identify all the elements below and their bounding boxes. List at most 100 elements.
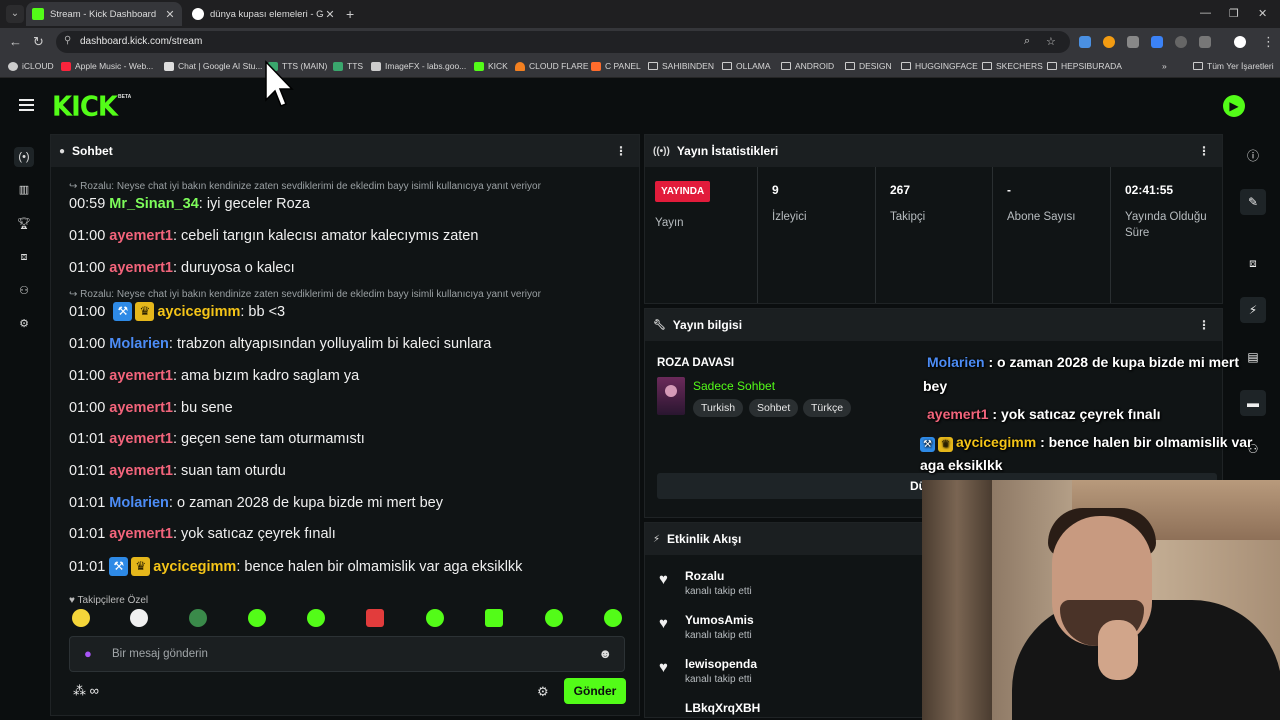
bookmark-folder[interactable]: SKECHERS: [982, 61, 1043, 71]
url-input[interactable]: ⚲ dashboard.kick.com/stream ⌕ ☆: [56, 31, 1070, 53]
bookmark-folder[interactable]: HUGGINGFACE: [901, 61, 978, 71]
stream-category[interactable]: Sadece Sohbet: [693, 379, 775, 393]
bookmark-item[interactable]: Apple Music - Web...: [61, 61, 153, 71]
message-username[interactable]: Molarien: [109, 495, 169, 511]
close-tab-icon[interactable]: ✕: [164, 8, 176, 21]
activity-username[interactable]: Rozalu: [685, 569, 724, 583]
bookmark-folder[interactable]: OLLAMA: [722, 61, 771, 71]
emote-icon[interactable]: [130, 609, 148, 627]
emote-icon[interactable]: [307, 609, 325, 627]
chat-menu-icon[interactable]: ⋮: [615, 144, 627, 158]
back-icon[interactable]: ←: [9, 34, 22, 49]
bookmark-item[interactable]: TTS: [333, 61, 363, 71]
stats-menu-icon[interactable]: ⋮: [1198, 144, 1210, 158]
close-window-icon[interactable]: ✕: [1258, 7, 1267, 20]
close-tab-icon[interactable]: ✕: [324, 8, 336, 21]
bookmark-folder[interactable]: SAHIBINDEN: [648, 61, 714, 71]
edit-icon[interactable]: ✎: [1240, 189, 1266, 215]
message-username[interactable]: ayemert1: [109, 526, 173, 542]
emote-icon[interactable]: [426, 609, 444, 627]
message-username[interactable]: ayemert1: [109, 228, 173, 244]
message-username[interactable]: ayemert1: [109, 260, 173, 276]
stream-title: ROZA DAVASI: [657, 357, 735, 369]
screen-icon[interactable]: ⧈: [1240, 250, 1266, 276]
more-bookmarks-icon[interactable]: »: [1162, 61, 1167, 71]
bookmark-star-icon[interactable]: ☆: [1046, 35, 1056, 48]
bookmark-favicon-icon: [591, 61, 601, 71]
settings-nav-icon[interactable]: ⚙: [14, 314, 34, 334]
new-tab-icon[interactable]: +: [346, 6, 354, 22]
activity-username[interactable]: YumosAmis: [685, 613, 754, 627]
trophy-nav-icon[interactable]: 🏆︎: [14, 214, 34, 234]
extension-icon[interactable]: [1103, 36, 1115, 48]
tab-google-search[interactable]: dünya kupası elemeleri - Google ✕: [186, 2, 342, 26]
kick-logo[interactable]: KICK: [52, 91, 118, 123]
bookmark-item[interactable]: C PANEL: [591, 61, 641, 71]
emote-icon[interactable]: [366, 609, 384, 627]
message-username[interactable]: Mr_Sinan_34: [109, 196, 198, 212]
stream-nav-icon[interactable]: (•): [14, 147, 34, 167]
emote-icon[interactable]: [72, 609, 90, 627]
activity-username[interactable]: LBkqXrqXBH: [685, 701, 760, 715]
extension-icon[interactable]: [1127, 36, 1139, 48]
emote-icon[interactable]: [248, 609, 266, 627]
emote-icon[interactable]: [189, 609, 207, 627]
tab-search-button[interactable]: ⌄: [6, 5, 24, 23]
minimize-icon[interactable]: —: [1200, 7, 1211, 19]
extension-icon[interactable]: [1175, 36, 1187, 48]
microphone-icon[interactable]: ●: [84, 646, 92, 661]
analytics-nav-icon[interactable]: ▥: [14, 180, 34, 200]
stat-uptime: 02:41:55 Yayında Olduğu Süre: [1111, 167, 1223, 303]
emoji-icon[interactable]: ☻: [598, 646, 612, 661]
bookmark-item[interactable]: KICK: [474, 61, 508, 71]
chat-settings-icon[interactable]: ⚙: [537, 684, 549, 700]
restore-icon[interactable]: ❐: [1229, 7, 1239, 20]
overlay-text: : yok satıcaz çeyrek fınalı: [992, 406, 1161, 422]
menu-icon[interactable]: [19, 99, 34, 114]
send-button[interactable]: Gönder: [564, 678, 626, 704]
tab-kick-dashboard[interactable]: Stream - Kick Dashboard ✕: [26, 2, 182, 26]
reply-context: ↪ Rozalu: Neyse chat iyi bakın kendinize…: [69, 181, 541, 192]
browser-menu-icon[interactable]: ⋮: [1262, 34, 1275, 50]
bookmark-folder[interactable]: ANDROID: [781, 61, 834, 71]
stream-info-menu-icon[interactable]: ⋮: [1198, 318, 1210, 332]
message-time: 01:01: [69, 463, 106, 479]
extension-icon[interactable]: [1079, 36, 1091, 48]
bookmark-item[interactable]: iCLOUD: [8, 61, 54, 71]
bookmark-item[interactable]: CLOUD FLARE: [515, 61, 589, 71]
channel-points[interactable]: ⁂ ∞: [73, 683, 99, 699]
message-username[interactable]: ayemert1: [109, 368, 173, 384]
bookmark-folder[interactable]: HEPSIBURADA: [1047, 61, 1122, 71]
clipboard-icon[interactable]: ▤: [1240, 344, 1266, 370]
bookmark-favicon-icon: [515, 61, 525, 71]
message-username[interactable]: ayemert1: [109, 431, 173, 447]
message-username[interactable]: ayemert1: [109, 400, 173, 416]
bookmark-folder[interactable]: DESIGN: [845, 61, 892, 71]
message-username[interactable]: aycicegimm: [153, 559, 236, 575]
screen-nav-icon[interactable]: ⧈: [14, 247, 34, 267]
puzzle-icon[interactable]: [1199, 36, 1211, 48]
folder-icon: [1047, 62, 1057, 70]
emote-icon[interactable]: [604, 609, 622, 627]
activity-username[interactable]: lewisopenda: [685, 657, 757, 671]
lightning-icon[interactable]: ⚡︎: [1240, 297, 1266, 323]
site-info-icon[interactable]: ⚲: [64, 35, 71, 46]
emote-icon[interactable]: [485, 609, 503, 627]
emote-icon[interactable]: [545, 609, 563, 627]
all-bookmarks-folder[interactable]: Tüm Yer İşaretleri: [1193, 61, 1274, 71]
chat-message-input[interactable]: ● Bir mesaj gönderin ☻: [69, 636, 625, 672]
info-icon[interactable]: ⓘ: [1240, 143, 1266, 169]
stream-stats-panel: ((•)) Yayın İstatistikleri ⋮ YAYINDA Yay…: [644, 134, 1223, 304]
zoom-icon[interactable]: ⌕: [1024, 35, 1030, 48]
profile-avatar-icon[interactable]: [1234, 36, 1246, 48]
bookmark-item[interactable]: ImageFX - labs.goo...: [371, 61, 466, 71]
kick-profile-icon[interactable]: ▶: [1223, 95, 1245, 117]
users-nav-icon[interactable]: ⚇: [14, 281, 34, 301]
message-username[interactable]: Molarien: [109, 336, 169, 352]
message-username[interactable]: ayemert1: [109, 463, 173, 479]
chat-icon[interactable]: ▬: [1240, 390, 1266, 416]
reload-icon[interactable]: ↻: [33, 34, 44, 50]
message-username[interactable]: aycicegimm: [157, 304, 240, 320]
bookmark-item[interactable]: Chat | Google AI Stu...: [164, 61, 262, 71]
extension-icon[interactable]: [1151, 36, 1163, 48]
